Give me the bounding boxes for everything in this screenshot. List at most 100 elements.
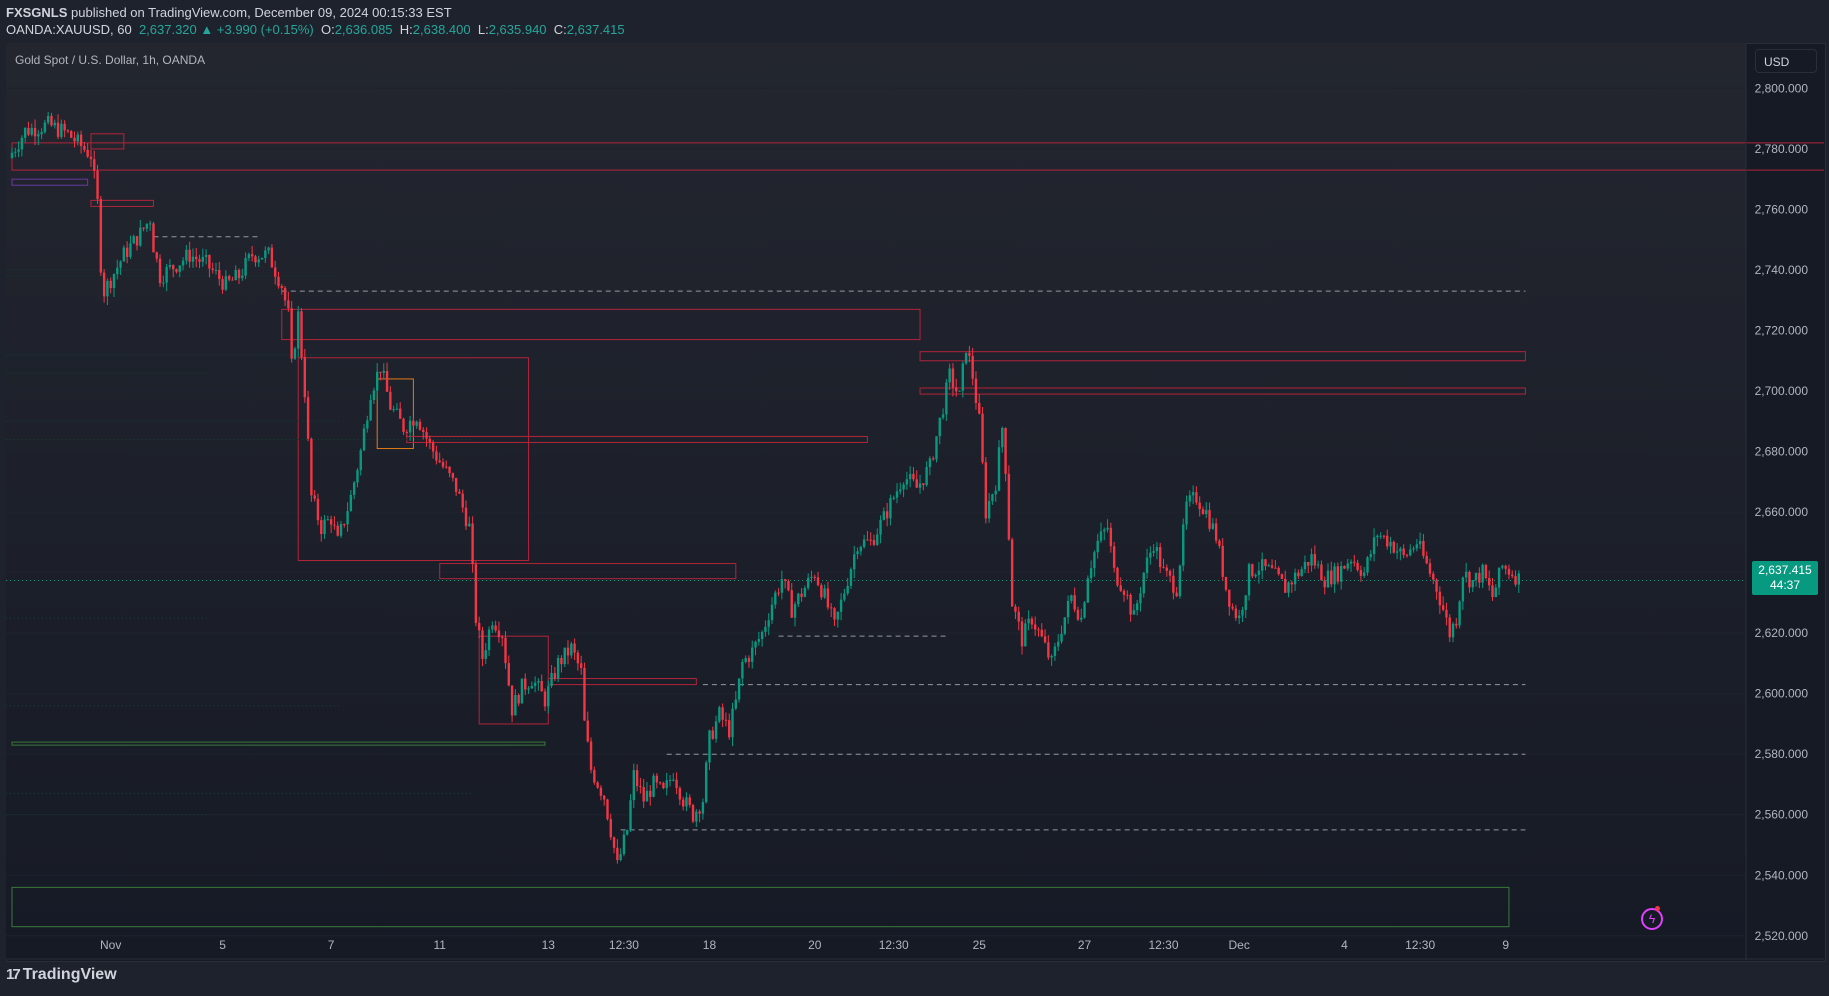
candle-body (885, 511, 889, 519)
y-tick-label: 2,580.000 (1755, 747, 1809, 761)
candle-body (1389, 541, 1392, 547)
candle-body (514, 695, 517, 716)
candle-body (622, 834, 626, 855)
candle-body (211, 268, 214, 270)
candle-body (221, 279, 224, 290)
candle-body (122, 247, 126, 262)
candle-body (866, 539, 869, 541)
candle-body (346, 511, 349, 525)
candle-body (1139, 593, 1142, 604)
candle-body (823, 588, 826, 598)
candle-body (125, 247, 129, 257)
candle-body (754, 641, 757, 648)
candle-body (333, 524, 336, 526)
candle-body (1290, 582, 1294, 585)
candle-body (1234, 608, 1238, 619)
price-chart[interactable]: 2,800.000 2,780.000 2,760.000 2,740.000 2,72… (6, 43, 1824, 960)
candle-body (1441, 605, 1445, 610)
candle-body (678, 788, 682, 800)
high-label: H: (399, 22, 413, 37)
candle-body (1093, 552, 1096, 569)
candle-body (879, 519, 882, 535)
candle-body (237, 269, 241, 279)
candle-body (941, 414, 945, 418)
candle-body (932, 458, 935, 460)
candle-body (287, 300, 290, 309)
candle-body (915, 479, 918, 488)
lightning-icon[interactable]: ϟ (1641, 908, 1663, 930)
candle-body (1221, 545, 1224, 577)
candle-body (89, 156, 93, 160)
candle-body (359, 450, 362, 471)
candle-body (23, 127, 27, 138)
candle-body (208, 255, 211, 269)
candle-body (343, 523, 346, 525)
x-tick-label: 13 (542, 938, 556, 952)
candle-body (510, 685, 514, 716)
candle-body (816, 577, 820, 586)
candle-body (862, 539, 866, 547)
candle-body (1145, 557, 1149, 573)
candle-body (606, 799, 609, 820)
tradingview-logo-icon: 17 (6, 966, 21, 983)
currency-button[interactable]: USD (1755, 49, 1817, 73)
candle-body (247, 254, 251, 259)
candle-body (96, 170, 99, 199)
candle-body (714, 721, 718, 739)
candle-body (928, 458, 932, 468)
candle-body (1274, 567, 1277, 569)
candle-body (326, 519, 330, 521)
candle-body (662, 782, 665, 789)
candle-body (806, 577, 810, 588)
candle-body (464, 507, 468, 527)
candle-body (1152, 551, 1155, 553)
candle-body (978, 402, 981, 414)
candle-body (556, 658, 560, 679)
candle-body (53, 122, 56, 126)
candle-body (231, 279, 234, 281)
candle-body (175, 269, 178, 272)
candle-body (843, 593, 846, 600)
candle-body (830, 607, 833, 609)
candle-body (79, 134, 83, 146)
candle-body (1080, 617, 1083, 620)
candle-body (1320, 564, 1323, 581)
candle-body (800, 593, 803, 597)
candle-body (1001, 427, 1004, 448)
candle-body (971, 355, 974, 379)
tradingview-logo[interactable]: 17 TradingView (6, 966, 117, 984)
candle-body (1307, 562, 1310, 566)
candle-body (925, 467, 928, 486)
y-axis: 2,800.000 2,780.000 2,760.000 2,740.000 2,72… (1745, 43, 1809, 960)
candle-body (70, 131, 73, 138)
candle-body (751, 647, 754, 662)
candle-body (1112, 546, 1116, 568)
candle-body (899, 489, 902, 492)
candle-body (1043, 636, 1047, 643)
candle-body (951, 368, 955, 388)
candle-body (445, 466, 448, 468)
publish-line: FXSGNLS published on TradingView.com, De… (6, 6, 452, 20)
ohlc-line: OANDA:XAUUSD, 60 2,637.320 ▲ +3.990 (+0.… (6, 23, 625, 37)
candle-body (984, 462, 988, 519)
candle-body (214, 269, 218, 271)
candle-body (227, 276, 231, 280)
candle-body (760, 631, 764, 640)
candle-body (813, 576, 816, 578)
candle-body (589, 741, 593, 770)
publish-info: published on TradingView.com, December 0… (67, 5, 452, 20)
candle-body (560, 658, 563, 665)
candle-body (1468, 571, 1471, 588)
publisher-name[interactable]: FXSGNLS (6, 5, 67, 20)
candle-body (352, 482, 356, 495)
y-tick-label: 2,540.000 (1755, 868, 1809, 882)
candle-body (1211, 523, 1215, 529)
candle-body (250, 254, 254, 257)
candle-body (1369, 554, 1372, 558)
candle-body (1175, 592, 1178, 597)
candle-body (451, 473, 455, 478)
candle-body (395, 408, 399, 410)
candle-body (195, 256, 198, 260)
candle-body (1237, 615, 1241, 619)
candle-body (1073, 595, 1076, 610)
